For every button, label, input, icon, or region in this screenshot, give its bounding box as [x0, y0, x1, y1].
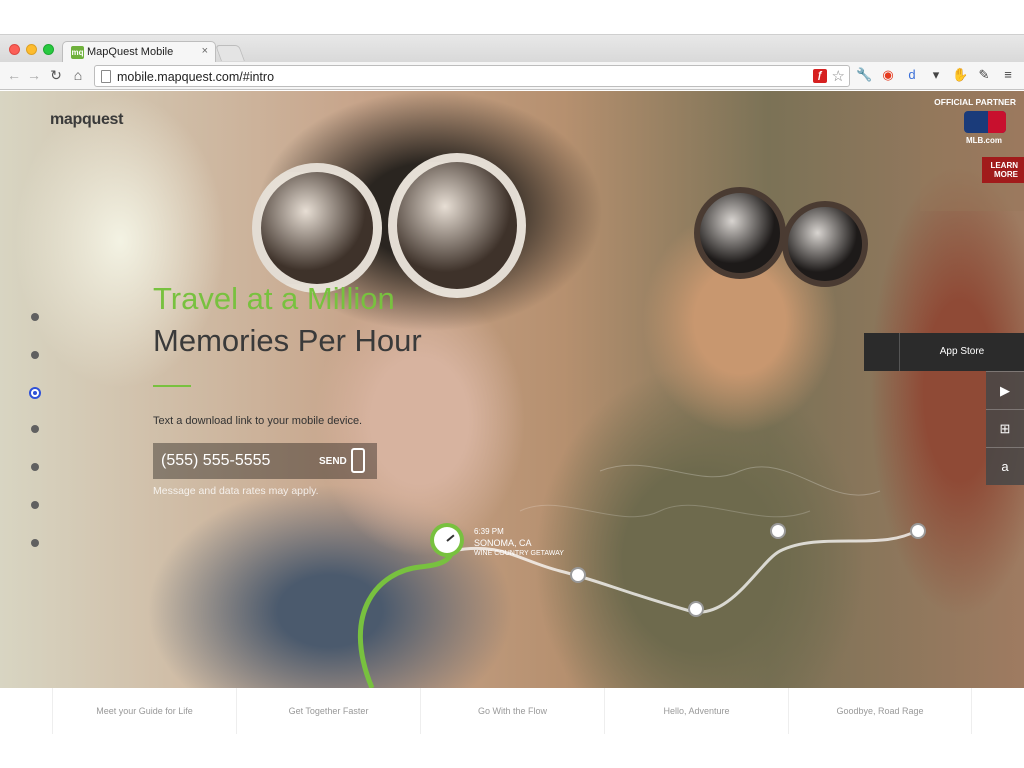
menu-icon[interactable]: ≡ — [1000, 67, 1016, 82]
mlb-logo-icon — [964, 111, 1006, 133]
close-window-button[interactable] — [9, 44, 20, 55]
pin-subtitle: WINE COUNTRY GETAWAY — [474, 550, 564, 557]
headline-dark: Memories Per Hour — [153, 323, 422, 358]
pocket-icon[interactable]: ▾ — [928, 67, 944, 83]
phone-icon — [351, 448, 365, 473]
nav-hello-adventure[interactable]: Hello, Adventure — [604, 688, 788, 734]
d-icon[interactable]: d — [904, 67, 920, 82]
send-label: SEND — [319, 456, 347, 467]
pin-tail — [443, 553, 453, 561]
phone-form: SEND — [153, 443, 377, 479]
partner-label: OFFICIAL PARTNER — [934, 97, 1016, 107]
mapquest-favicon-icon: mq — [71, 46, 84, 59]
map-stop-marker[interactable] — [688, 601, 704, 617]
tab-mapquest-mobile[interactable]: mq MapQuest Mobile × — [62, 41, 216, 63]
nav-goodbye-road-rage[interactable]: Goodbye, Road Rage — [788, 688, 972, 734]
address-bar[interactable]: mobile.mapquest.com/#intro ƒ ☆ — [94, 65, 850, 87]
home-icon[interactable]: ⌂ — [70, 67, 86, 83]
map-stop-marker[interactable] — [570, 567, 586, 583]
record-icon[interactable]: ◉ — [880, 67, 896, 83]
pager-dot[interactable] — [31, 313, 39, 321]
browser-toolbar: ← → ↻ ⌂ mobile.mapquest.com/#intro ƒ ☆ 🔧… — [0, 62, 1024, 90]
new-tab-button[interactable] — [215, 45, 245, 61]
pager-dot-active[interactable] — [29, 387, 41, 399]
tab-close-icon[interactable]: × — [202, 45, 208, 57]
app-store-button[interactable]: App Store — [864, 333, 1024, 371]
pin-place: SONOMA, CA — [474, 538, 532, 548]
map-stop-marker[interactable] — [770, 523, 786, 539]
map-stop-marker[interactable] — [910, 523, 926, 539]
amazon-icon[interactable]: a — [986, 447, 1024, 485]
back-icon[interactable]: ← — [6, 67, 22, 83]
windows-icon[interactable]: ⊞ — [986, 409, 1024, 447]
url-text[interactable]: mobile.mapquest.com/#intro — [117, 70, 274, 84]
pager-dot[interactable] — [31, 501, 39, 509]
wrench-icon[interactable]: 🔧 — [856, 67, 872, 83]
nav-meet-your-guide[interactable]: Meet your Guide for Life — [52, 688, 236, 734]
nav-go-with-flow[interactable]: Go With the Flow — [420, 688, 604, 734]
learn-more-button[interactable]: LEARN MORE — [982, 157, 1024, 183]
minimize-window-button[interactable] — [26, 44, 37, 55]
tab-title: MapQuest Mobile — [87, 46, 174, 58]
mlb-text: MLB.com — [966, 136, 1002, 145]
phone-number-input[interactable] — [153, 443, 305, 479]
browser-window: mq MapQuest Mobile × ← → ↻ ⌂ mobile.mapq… — [0, 34, 1024, 734]
headline-divider — [153, 385, 191, 387]
pager-dot[interactable] — [31, 539, 39, 547]
pager-dot[interactable] — [31, 463, 39, 471]
star-icon[interactable]: ☆ — [832, 67, 845, 85]
google-play-icon[interactable]: ▶ — [986, 371, 1024, 409]
pager-dot[interactable] — [31, 425, 39, 433]
tools-icon[interactable]: ✎ — [976, 67, 992, 83]
app-store-label: App Store — [939, 346, 985, 357]
forward-icon[interactable]: → — [26, 67, 42, 83]
headline-green: Travel at a Million — [153, 281, 395, 316]
official-partner-badge[interactable]: OFFICIAL PARTNER MLB.com — [920, 91, 1024, 211]
nav-get-together[interactable]: Get Together Faster — [236, 688, 420, 734]
zoom-window-button[interactable] — [43, 44, 54, 55]
send-button[interactable]: SEND — [313, 443, 377, 479]
flash-icon[interactable]: ƒ — [813, 69, 827, 83]
hero-photo: 6:39 PM SONOMA, CA WINE COUNTRY GETAWAY — [0, 91, 1024, 688]
rates-disclaimer: Message and data rates may apply. — [153, 485, 319, 497]
page-icon — [101, 70, 111, 83]
section-nav: Meet your Guide for Life Get Together Fa… — [0, 688, 1024, 734]
apple-icon — [864, 333, 900, 371]
tab-strip: mq MapQuest Mobile × — [0, 34, 1024, 63]
glove-icon[interactable]: ✋ — [952, 67, 968, 83]
mapquest-logo[interactable]: mapquest — [50, 111, 123, 129]
route-map-overlay — [358, 464, 917, 688]
reload-icon[interactable]: ↻ — [48, 67, 64, 84]
text-link-prompt: Text a download link to your mobile devi… — [153, 415, 363, 427]
pager-dot[interactable] — [31, 351, 39, 359]
page-content: 6:39 PM SONOMA, CA WINE COUNTRY GETAWAY … — [0, 91, 1024, 734]
pin-time: 6:39 PM — [474, 527, 504, 536]
clock-pin-icon[interactable] — [430, 523, 464, 557]
